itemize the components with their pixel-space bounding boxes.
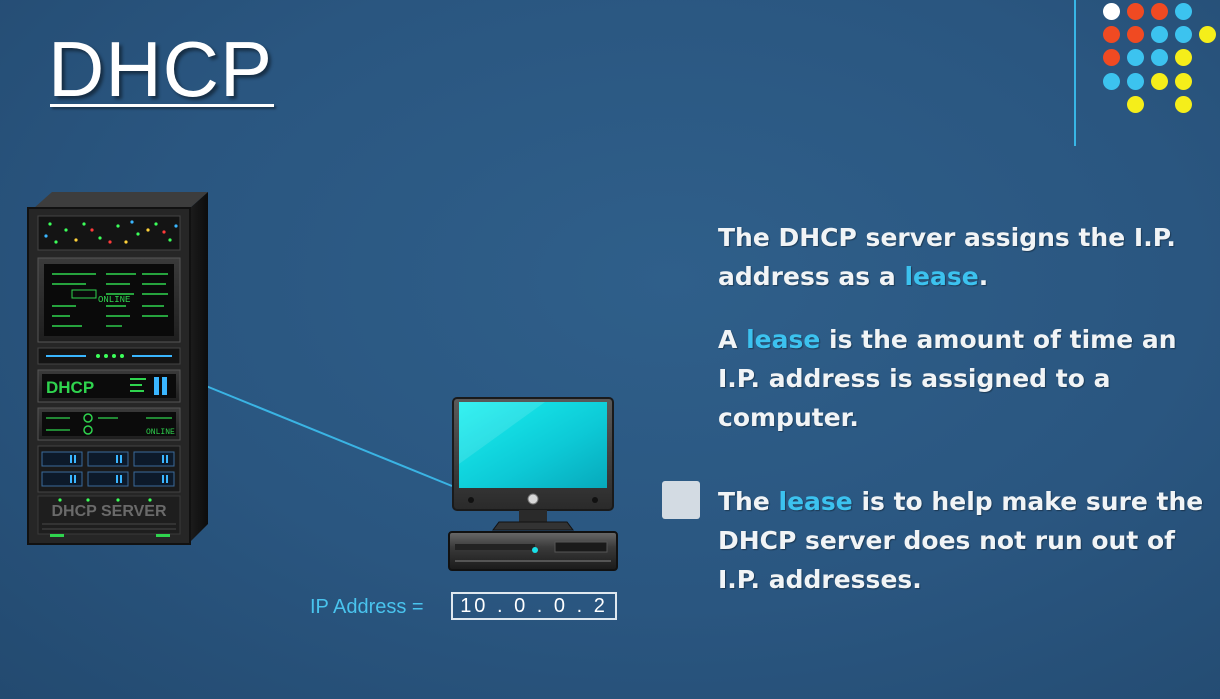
paragraph-lease-definition: A lease is the amount of time an I.P. ad…: [718, 320, 1208, 437]
ip-address-label: IP Address =: [310, 596, 424, 618]
text-segment: The: [718, 487, 779, 516]
paragraph-lease-assignment: The DHCP server assigns the I.P. address…: [718, 218, 1208, 296]
server-front-label: DHCP: [46, 378, 94, 397]
highlight-lease: lease: [746, 325, 821, 354]
text-segment: .: [978, 262, 989, 291]
dhcp-server-rack-icon: DHCP ONLINE ONLINE DHCP SERVER: [27, 192, 208, 545]
server-status-label-2: ONLINE: [146, 428, 175, 437]
bullet-square: [662, 481, 700, 519]
highlight-lease: lease: [904, 262, 979, 291]
server-status-label: ONLINE: [98, 295, 130, 305]
text-segment: A: [718, 325, 747, 354]
server-base-label: DHCP SERVER: [52, 503, 167, 520]
ip-address-value: 10 . 0 . 0 . 2: [451, 592, 617, 620]
highlight-lease: lease: [778, 487, 853, 516]
paragraph-lease-purpose: The lease is to help make sure the DHCP …: [718, 482, 1208, 599]
client-computer-icon: [448, 397, 618, 571]
